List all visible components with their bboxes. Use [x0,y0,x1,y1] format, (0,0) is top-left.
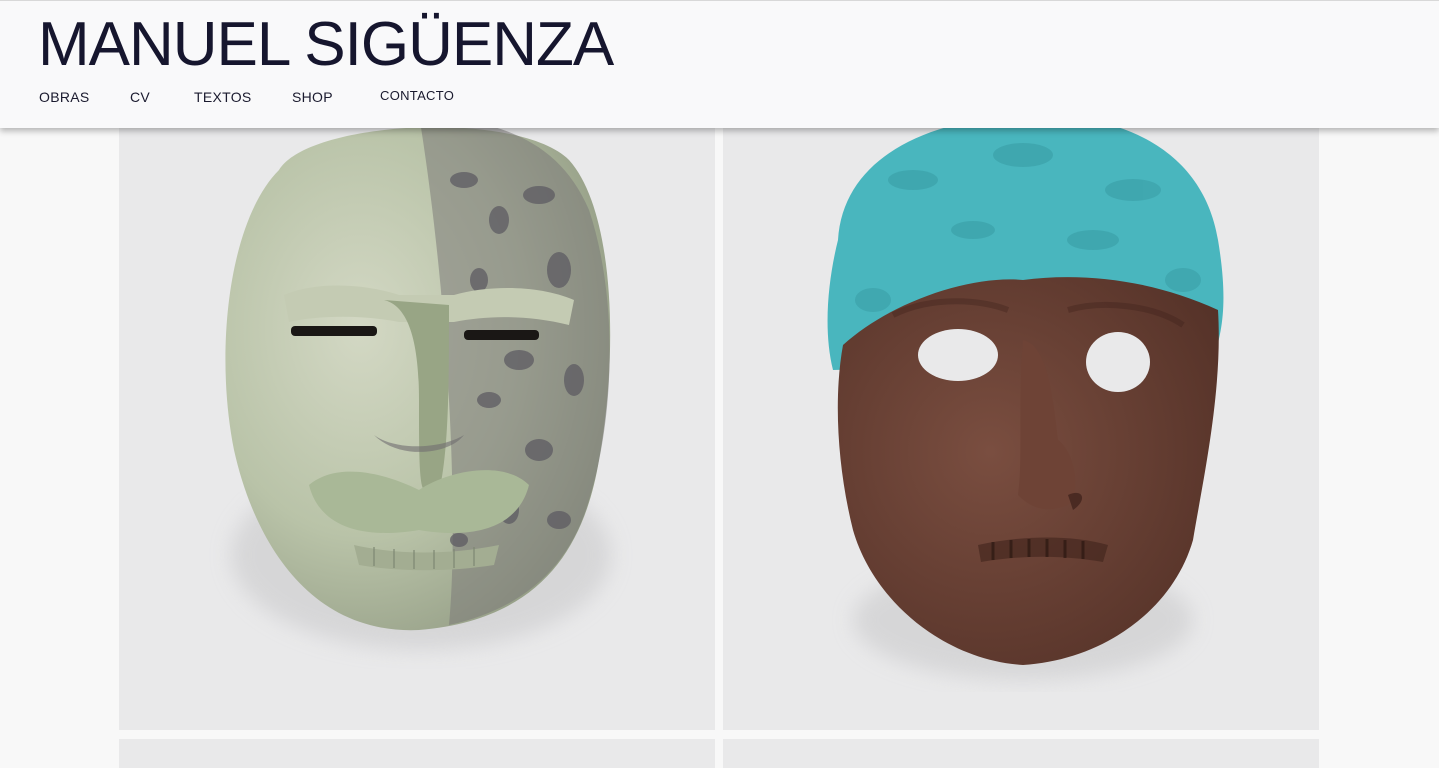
green-mask-image [225,115,611,650]
nav-item-cv[interactable]: CV [130,88,150,106]
site-title[interactable]: MANUEL SIGÜENZA [38,9,614,81]
nav-item-textos[interactable]: TEXTOS [194,88,252,106]
nav-item-contacto[interactable]: CONTACTO [380,87,454,105]
artwork-tile-green-mask[interactable] [119,100,715,730]
main-nav: OBRAS CV TEXTOS SHOP CONTACTO [0,88,700,108]
nav-item-shop[interactable]: SHOP [292,88,333,106]
brown-mask-image [827,114,1224,680]
site-header: MANUEL SIGÜENZA OBRAS CV TEXTOS SHOP CON… [0,0,1439,128]
artwork-tile-4[interactable] [723,739,1319,768]
artwork-tile-3[interactable] [119,739,715,768]
nav-item-obras[interactable]: OBRAS [39,88,90,106]
artwork-tile-brown-mask[interactable] [723,100,1319,730]
